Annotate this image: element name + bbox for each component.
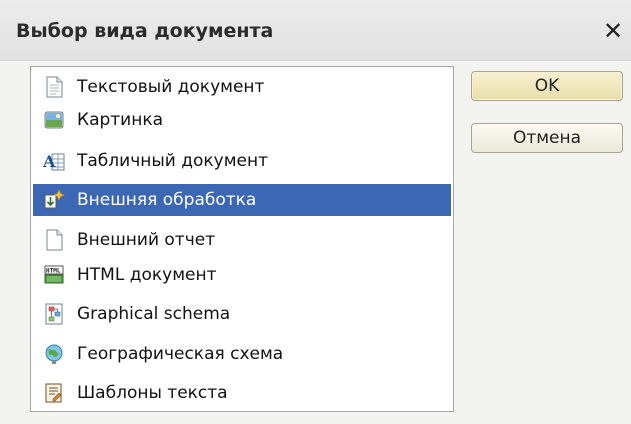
list-item-external-report[interactable]: Внешний отчет (33, 224, 451, 256)
list-item-graphical-schema[interactable]: Graphical schema (33, 298, 451, 330)
close-icon: ✕ (602, 17, 624, 45)
list-item-label: Географическая схема (77, 344, 284, 364)
list-item-label: HTML документ (77, 265, 217, 285)
external-report-icon (43, 229, 65, 251)
geographic-schema-icon (43, 343, 65, 365)
list-item-text-document[interactable]: Текстовый документ (33, 71, 451, 103)
list-item-label: Табличный документ (77, 151, 269, 171)
ok-button[interactable]: OK (471, 71, 623, 101)
list-item-spreadsheet-document[interactable]: A Табличный документ (33, 145, 451, 177)
external-processing-icon (43, 189, 65, 211)
svg-text:A: A (43, 152, 56, 171)
title-bar: Выбор вида документа ✕ (0, 0, 631, 61)
text-templates-icon (43, 382, 65, 404)
spreadsheet-document-icon: A (43, 150, 65, 172)
list-item-label: Картинка (77, 110, 164, 130)
list-item-label: Текстовый документ (77, 77, 265, 97)
list-item-picture[interactable]: Картинка (33, 104, 451, 136)
list-item-label: Внешняя обработка (77, 190, 257, 210)
list-item-label: Внешний отчет (77, 230, 216, 250)
list-item-geographic-schema[interactable]: Географическая схема (33, 338, 451, 370)
dialog-title: Выбор вида документа (16, 20, 274, 42)
text-document-icon (43, 76, 65, 98)
document-type-dialog: Выбор вида документа ✕ Текстовый докумен… (0, 0, 631, 424)
document-type-list[interactable]: Текстовый документ Картинка A Табличный … (30, 66, 454, 412)
svg-text:HTML: HTML (46, 268, 61, 275)
close-button[interactable]: ✕ (598, 16, 628, 46)
list-item-external-processing[interactable]: Внешняя обработка (33, 184, 451, 216)
list-item-text-templates[interactable]: Шаблоны текста (33, 377, 451, 409)
graphical-schema-icon (43, 303, 65, 325)
list-item-label: Graphical schema (77, 304, 231, 324)
picture-icon (43, 109, 65, 131)
html-document-icon: HTML (43, 264, 65, 286)
cancel-button[interactable]: Отмена (471, 123, 623, 153)
list-item-label: Шаблоны текста (77, 383, 228, 403)
list-item-html-document[interactable]: HTML HTML документ (33, 259, 451, 291)
